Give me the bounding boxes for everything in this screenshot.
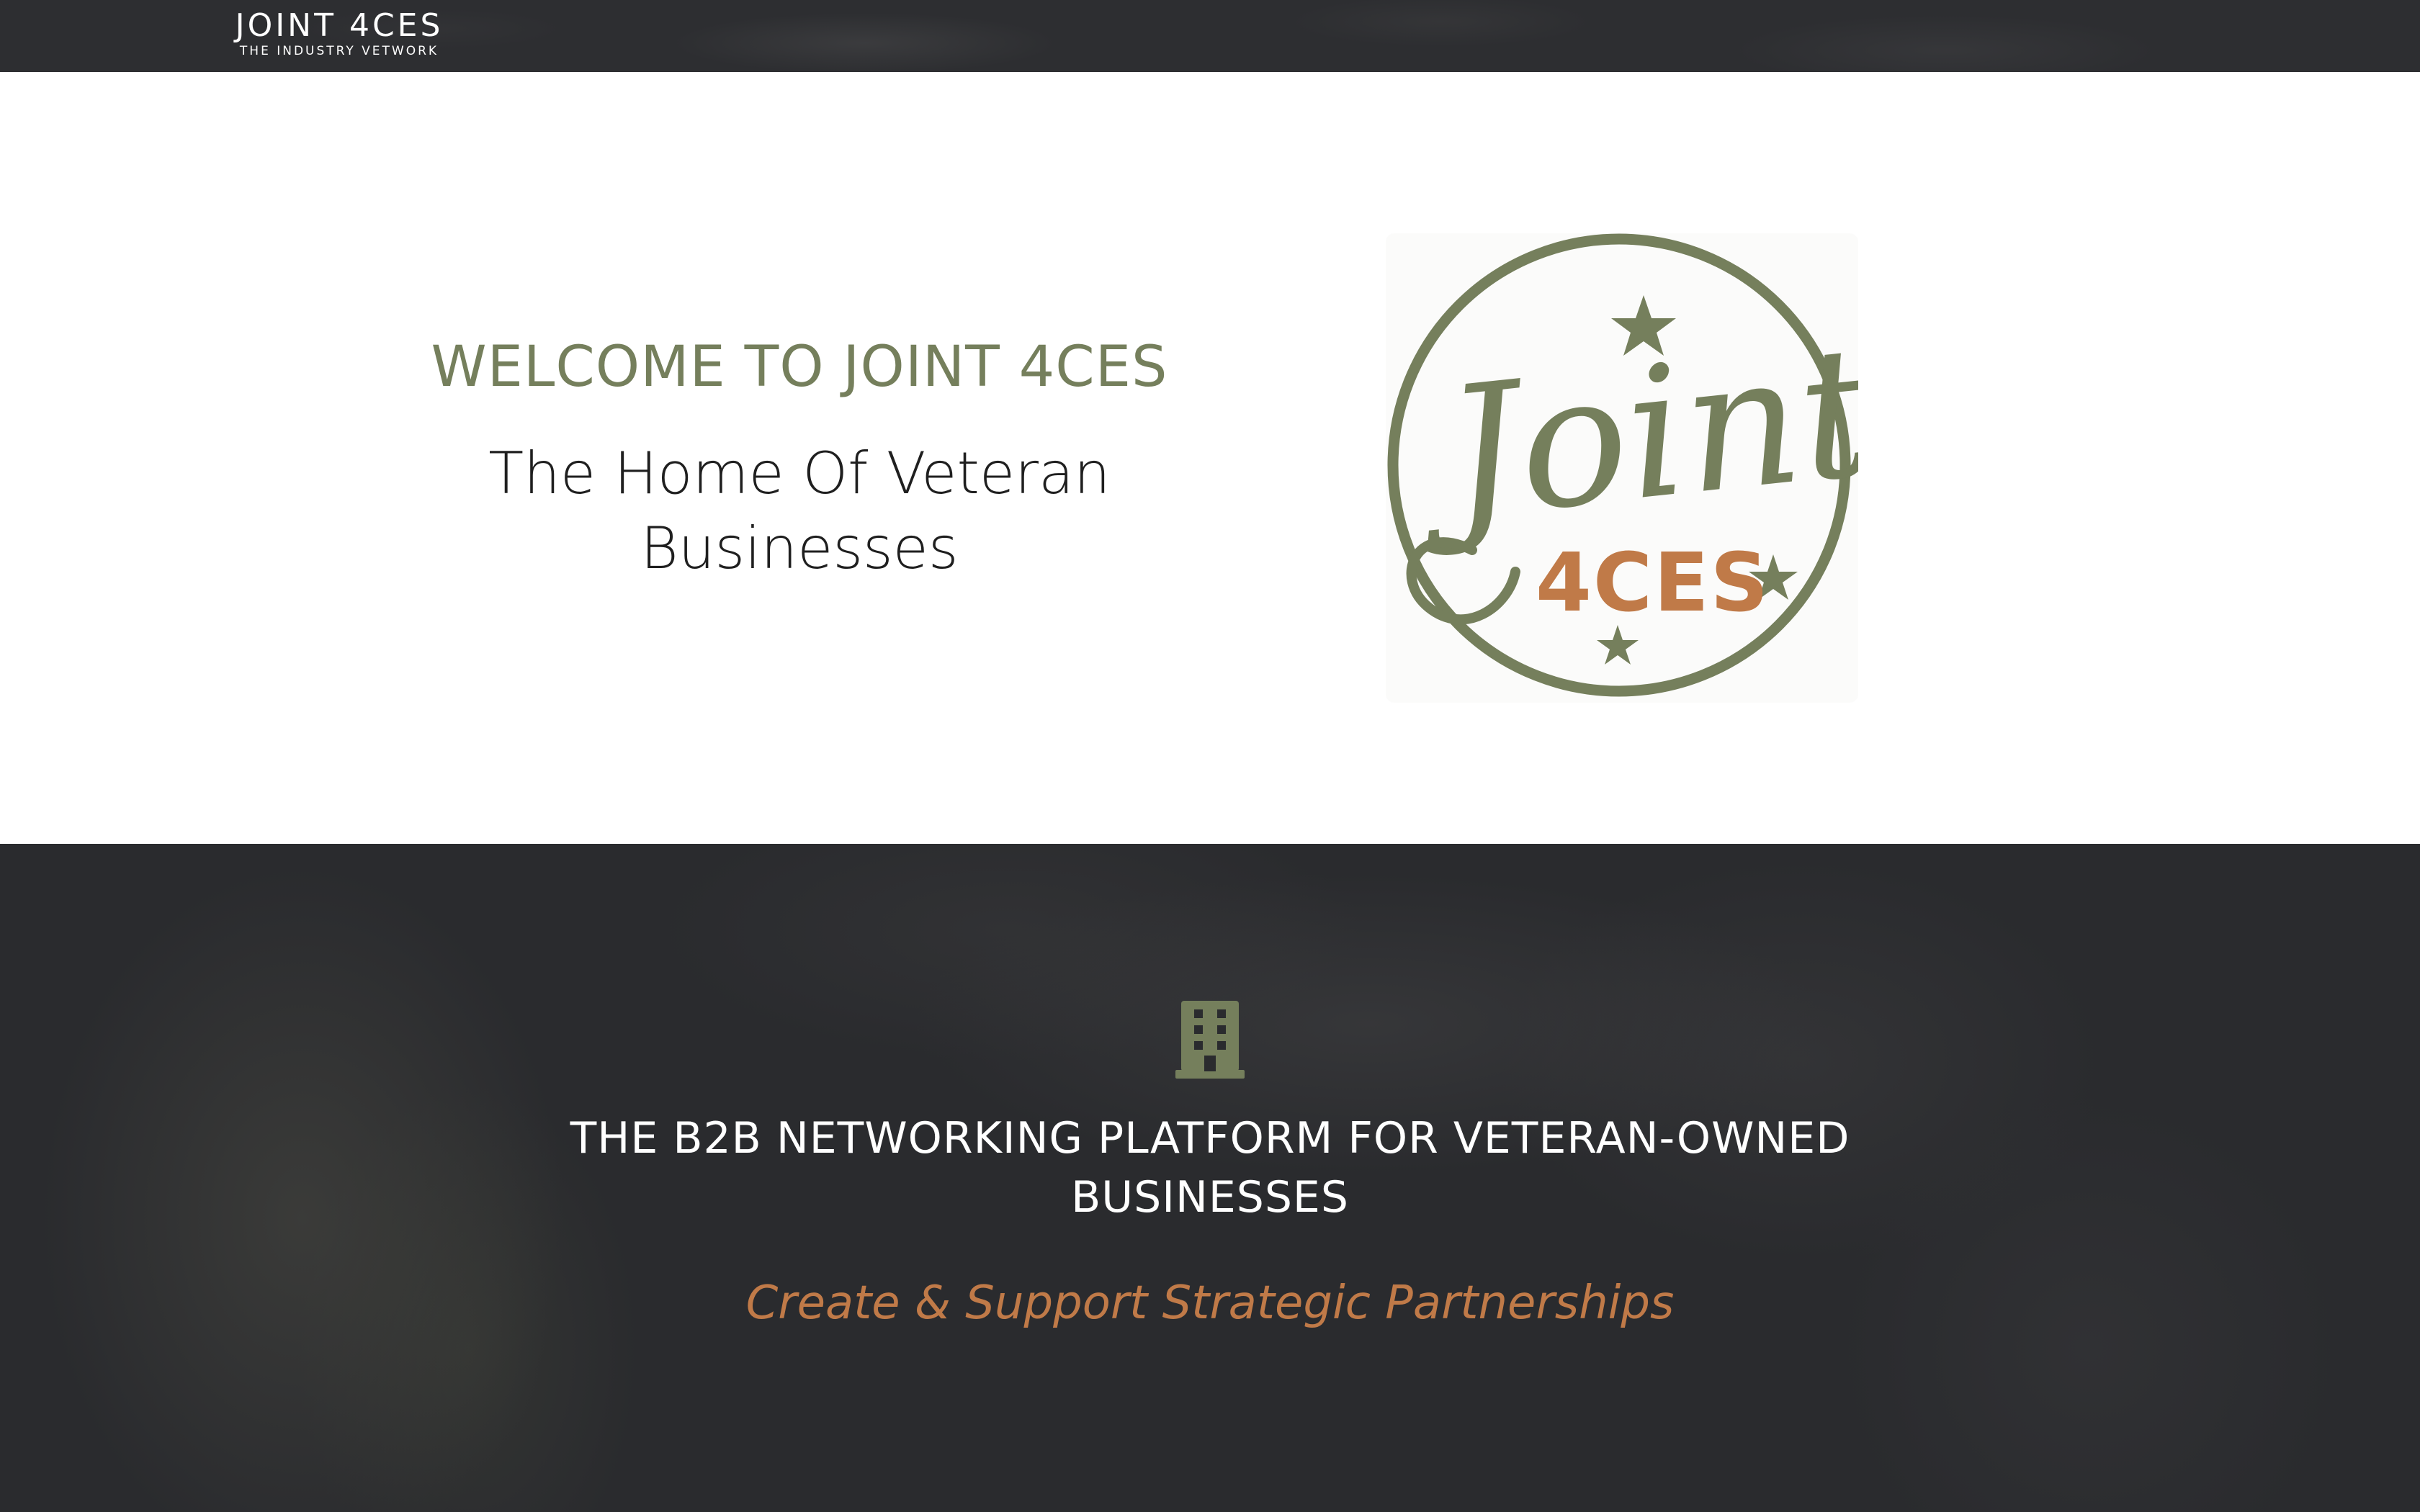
logo-block-text: 4CES	[1536, 536, 1770, 630]
brand-title: JOINT 4CES	[235, 7, 444, 44]
hero-subheading: The Home Of Veteran Businesses	[488, 440, 1111, 582]
building-icon	[1175, 1001, 1245, 1079]
star-icon	[1597, 625, 1639, 665]
brand-logo-link[interactable]: JOINT 4CES THE INDUSTRY VETWORK	[228, 9, 451, 63]
platform-tagline: Create & Support Strategic Partnerships	[745, 1277, 1675, 1330]
platform-heading: THE B2B NETWORKING PLATFORM FOR VETERAN-…	[570, 1113, 1850, 1223]
joint-4ces-logo: Joint 4CES	[1386, 233, 1858, 703]
hero-text: WELCOME TO JOINT 4CES The Home Of Vetera…	[339, 331, 1260, 586]
joint-4ces-circle-logo-icon: Joint 4CES	[1387, 233, 1858, 697]
hero-heading: WELCOME TO JOINT 4CES	[431, 335, 1168, 400]
top-nav: JOINT 4CES THE INDUSTRY VETWORK	[0, 0, 2420, 72]
platform-band: THE B2B NETWORKING PLATFORM FOR VETERAN-…	[0, 844, 2420, 1512]
logo-script-text: Joint	[1407, 306, 1858, 562]
brand-subtitle: THE INDUSTRY VETWORK	[239, 44, 439, 58]
hero-section: WELCOME TO JOINT 4CES The Home Of Vetera…	[0, 72, 2420, 844]
